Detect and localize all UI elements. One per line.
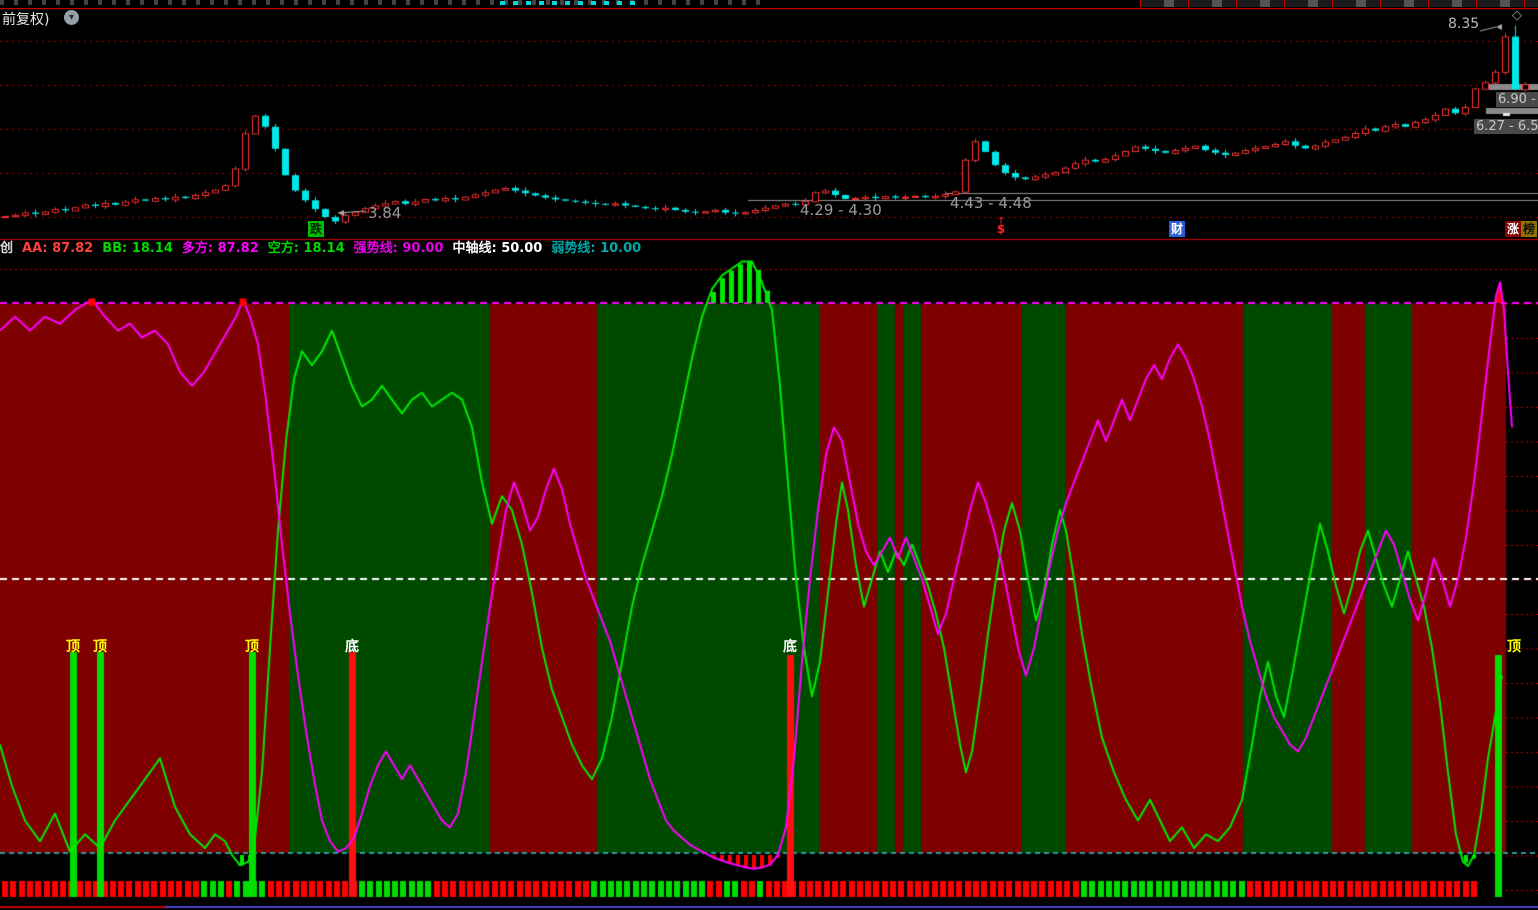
chart-canvas[interactable]: [0, 0, 1538, 910]
signal-label-bottom-4: 底: [782, 636, 798, 656]
indicator-header-item-7: 弱势线: 10.00: [551, 241, 641, 257]
dividend-marker-icon[interactable]: ↑ $: [994, 218, 1008, 235]
indicator-header-item-3: 多方: 87.82: [182, 241, 259, 257]
overview-cyan-ticks: [500, 1, 640, 5]
zone-price-label-429: 4.29 - 4.30: [800, 201, 882, 219]
signal-label-bottom-3: 底: [344, 636, 360, 656]
overview-tab-separators: [1140, 0, 1538, 7]
indicator-header-item-0: 创: [0, 241, 13, 257]
low-price-annotation: 3.84: [368, 204, 401, 222]
signal-label-top-0: 顶: [65, 636, 81, 656]
chevron-down-icon[interactable]: ▾: [64, 10, 79, 25]
overview-ticks: [0, 0, 760, 5]
indicator-header-item-6: 中轴线: 50.00: [452, 241, 542, 257]
signal-label-top-5: 顶: [1506, 636, 1522, 656]
high-price-annotation: 8.35: [1448, 16, 1479, 32]
indicator-header-row: 创 AA: 87.82 BB: 18.14 多方: 87.82 空方: 18.14 强势线…: [0, 241, 1538, 257]
indicator-header-item-2: BB: 18.14: [102, 241, 173, 257]
adjustment-mode-label: 前复权): [2, 9, 49, 29]
resistance-zone-label-627: 6.27 - 6.5: [1474, 119, 1538, 134]
trading-app-window: 前复权) ▾ ◇ 3.84 4.29 - 4.30 4.43 - 4.48 8.…: [0, 0, 1538, 910]
signal-label-top-2: 顶: [244, 636, 260, 656]
indicator-header-item-4: 空方: 18.14: [268, 241, 345, 257]
diamond-icon[interactable]: ◇: [1512, 8, 1522, 23]
gainer-badge-bang[interactable]: 榜: [1521, 221, 1537, 237]
top-overview-strip[interactable]: [0, 0, 1538, 9]
indicator-header-item-5: 强势线: 90.00: [354, 241, 444, 257]
dividend-dollar-icon: $: [994, 224, 1008, 235]
price-drop-badge[interactable]: 跌: [308, 221, 324, 237]
indicator-header-item-1: AA: 87.82: [22, 241, 93, 257]
zone-price-label-443: 4.43 - 4.48: [950, 194, 1032, 212]
signal-label-top-1: 顶: [92, 636, 108, 656]
gainer-badge-zhang[interactable]: 涨: [1505, 221, 1521, 237]
finance-report-badge[interactable]: 财: [1169, 221, 1185, 237]
resistance-zone-label-690: 6.90 - 7: [1496, 92, 1538, 107]
